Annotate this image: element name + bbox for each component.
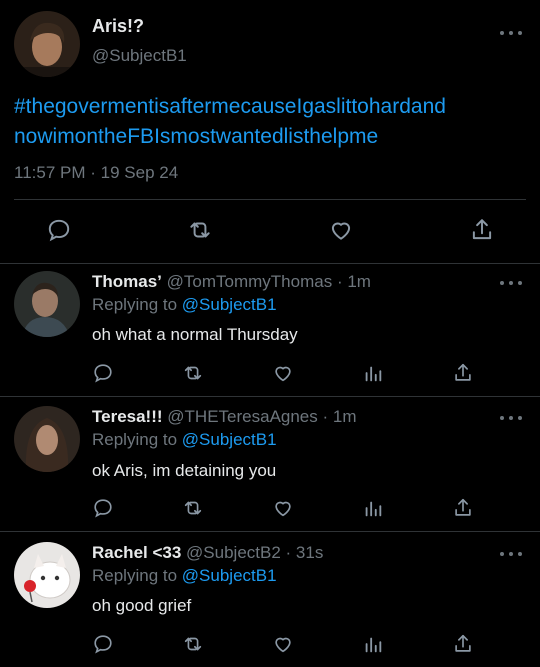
- share-icon[interactable]: [452, 633, 474, 655]
- reply-age: · 31s: [285, 543, 324, 562]
- tweet-text-line: #thegovermentisaftermecauseIgaslittohard…: [14, 95, 446, 118]
- like-icon[interactable]: [272, 633, 294, 655]
- reply-age: · 1m: [336, 272, 371, 291]
- retweet-icon[interactable]: [182, 362, 204, 384]
- handle[interactable]: @SubjectB2: [186, 543, 281, 562]
- replying-to-handle[interactable]: @SubjectB1: [182, 430, 277, 449]
- more-icon[interactable]: [500, 413, 522, 423]
- share-icon[interactable]: [452, 362, 474, 384]
- replying-prefix: Replying to: [92, 566, 178, 585]
- divider: [14, 199, 526, 200]
- reply-icon[interactable]: [46, 217, 72, 243]
- like-icon[interactable]: [272, 362, 294, 384]
- reply-icon[interactable]: [92, 633, 114, 655]
- replying-prefix: Replying to: [92, 295, 178, 314]
- tweet-text-line: nowimontheFBIsmostwantedlisthelpme: [14, 125, 379, 148]
- reply-text: oh what a normal Thursday: [92, 325, 298, 344]
- replying-to-handle[interactable]: @SubjectB1: [182, 295, 277, 314]
- reply-action-bar: [92, 633, 492, 657]
- more-icon[interactable]: [500, 278, 522, 288]
- divider: [0, 396, 540, 397]
- reply-icon[interactable]: [92, 497, 114, 519]
- analytics-icon[interactable]: [362, 497, 384, 519]
- time: 11:57 PM: [14, 163, 86, 182]
- reply-text: oh good grief: [92, 596, 192, 615]
- retweet-icon[interactable]: [182, 633, 204, 655]
- reply-text: ok Aris, im detaining you: [92, 461, 277, 480]
- avatar[interactable]: [14, 11, 80, 77]
- avatar[interactable]: [14, 406, 80, 472]
- replying-prefix: Replying to: [92, 430, 178, 449]
- avatar[interactable]: [14, 542, 80, 608]
- timestamp[interactable]: 11:57 PM · 19 Sep 24: [14, 163, 178, 183]
- divider: [0, 531, 540, 532]
- replying-to-handle[interactable]: @SubjectB1: [182, 566, 277, 585]
- tweet-hashtag[interactable]: #thegovermentisaftermecauseIgaslittohard…: [14, 92, 446, 152]
- reply-action-bar: [92, 497, 492, 521]
- divider: [0, 263, 540, 264]
- like-icon[interactable]: [328, 217, 354, 243]
- replying-to: Replying to @SubjectB1: [92, 566, 277, 586]
- display-name[interactable]: Aris!?: [92, 16, 144, 37]
- more-icon[interactable]: [500, 549, 522, 559]
- replying-to: Replying to @SubjectB1: [92, 295, 277, 315]
- reply-header: Rachel <33 @SubjectB2 · 31s: [92, 543, 323, 563]
- analytics-icon[interactable]: [362, 633, 384, 655]
- like-icon[interactable]: [272, 497, 294, 519]
- analytics-icon[interactable]: [362, 362, 384, 384]
- display-name[interactable]: Rachel <33: [92, 543, 181, 562]
- handle[interactable]: @THETeresaAgnes: [167, 407, 318, 426]
- retweet-icon[interactable]: [182, 497, 204, 519]
- display-name[interactable]: Thomas’: [92, 272, 162, 291]
- retweet-icon[interactable]: [187, 217, 213, 243]
- separator: ·: [90, 163, 96, 182]
- share-icon[interactable]: [452, 497, 474, 519]
- display-name[interactable]: Teresa!!!: [92, 407, 163, 426]
- replying-to: Replying to @SubjectB1: [92, 430, 277, 450]
- handle[interactable]: @TomTommyThomas: [167, 272, 333, 291]
- avatar[interactable]: [14, 271, 80, 337]
- reply-header: Thomas’ @TomTommyThomas · 1m: [92, 272, 371, 292]
- reply-age: · 1m: [322, 407, 357, 426]
- share-icon[interactable]: [469, 217, 495, 243]
- reply-action-bar: [92, 362, 492, 386]
- more-icon[interactable]: [500, 28, 522, 38]
- handle[interactable]: @SubjectB1: [92, 46, 187, 66]
- reply-header: Teresa!!! @THETeresaAgnes · 1m: [92, 407, 357, 427]
- date: 19 Sep 24: [100, 163, 179, 182]
- reply-icon[interactable]: [92, 362, 114, 384]
